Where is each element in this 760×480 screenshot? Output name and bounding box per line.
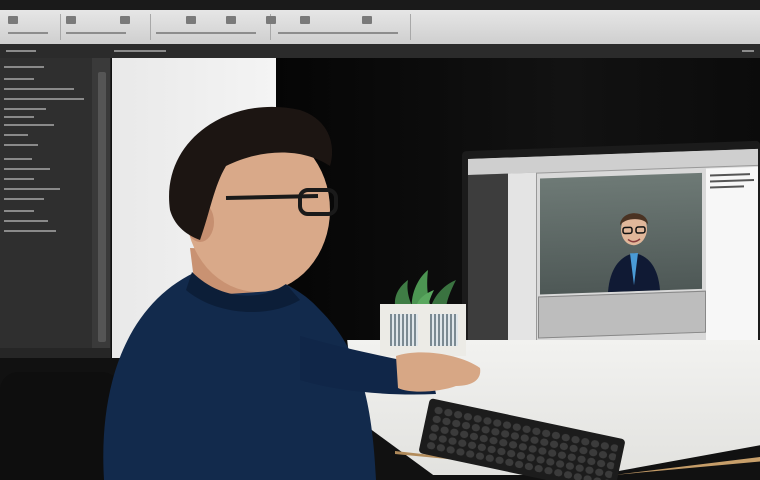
computer-monitor [462,140,760,362]
panel-header-label [6,50,36,52]
toolbar-label-line [156,32,256,34]
toolbar-tool-icon[interactable] [226,16,236,24]
toolbar-tool-icon[interactable] [66,16,76,24]
panel-header-label [742,50,754,52]
toolbar-tool-icon[interactable] [266,16,276,24]
preview-person-figure [608,213,660,293]
toolbar-tool-icon[interactable] [186,16,196,24]
toolbar-label-line [278,32,398,34]
person-at-computer [103,106,481,480]
toolbar-tool-icon[interactable] [8,16,18,24]
editor-panel-header [0,44,760,59]
screen-layer-list [508,172,537,352]
toolbar-tool-icon[interactable] [300,16,310,24]
tree-row[interactable] [4,78,34,80]
toolbar-tool-icon[interactable] [120,16,130,24]
editor-toolbar-ribbon [0,10,760,45]
toolbar-group [270,14,411,40]
toolbar-group [150,14,271,40]
toolbar-label-line [8,32,48,34]
monitor-screen [468,148,758,353]
screen-document-panel [706,166,758,345]
toolbar-label-line [66,32,126,34]
doc-text-line [710,173,750,177]
toolbar-tool-icon[interactable] [362,16,372,24]
tree-row[interactable] [4,66,44,68]
tree-row[interactable] [4,88,74,90]
panel-header-label [114,50,166,52]
screen-timeline [538,290,706,339]
photo-scene [0,0,760,480]
doc-text-line [710,185,744,189]
doc-text-line [710,179,754,183]
editor-title-bar [0,0,760,15]
